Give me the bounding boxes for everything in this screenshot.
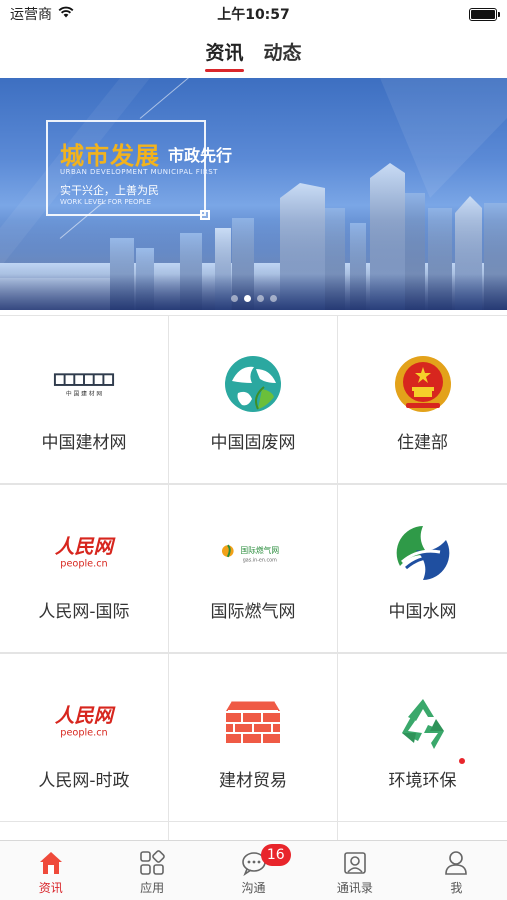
source-grid: 中 国 建 材 网 中国建材网 中国固废网 住建部 人民网 people.cn … (0, 315, 507, 822)
contacts-icon (341, 849, 369, 877)
grid-item-water[interactable]: 中国水网 (338, 484, 507, 653)
battery-icon (469, 7, 500, 21)
grid-item-label: 国际燃气网 (210, 602, 296, 622)
gas-network-logo: 国际燃气网 gas.in-en.com (221, 521, 285, 585)
grid-item-label: 环境环保 (388, 771, 457, 791)
bricks-logo (221, 690, 285, 754)
bottom-tab-bar: 资讯 应用 沟通 16 通讯录 我 (0, 840, 507, 900)
banner-subtitle-cn: 实干兴企，上善为民 (60, 184, 159, 197)
solidwaste-globe-logo (221, 352, 285, 416)
tab-bar-label: 资讯 (38, 881, 63, 895)
tab-bar-me[interactable]: 我 (406, 841, 507, 900)
grid-item-label: 住建部 (397, 433, 448, 453)
carousel-dot[interactable] (269, 295, 277, 302)
carousel-dots[interactable] (0, 295, 507, 302)
cbmw-logo: 中 国 建 材 网 (52, 352, 116, 416)
banner-subtitle-en2: WORK LEVEL FOR PEOPLE (60, 198, 152, 206)
tab-bar-news[interactable]: 资讯 (0, 841, 101, 900)
tab-bar-chat[interactable]: 沟通 16 (203, 841, 304, 900)
grid-item-solidwaste[interactable]: 中国固废网 (169, 315, 338, 484)
grid-item-label: 中国固废网 (210, 433, 296, 453)
grid-cell-partial (0, 822, 169, 840)
grid-item-label: 人民网-国际 (38, 602, 130, 622)
banner-title-main: 城市发展 (60, 142, 160, 170)
people-logo-text: 人民网 (55, 535, 116, 558)
tab-bar-apps[interactable]: 应用 (101, 841, 202, 900)
grid-item-building-trade[interactable]: 建材贸易 (169, 653, 338, 822)
grid-cell-partial (169, 822, 338, 840)
user-icon (442, 849, 470, 877)
status-bar: 运营商 上午10:57 (0, 0, 507, 28)
people-logo-text: 人民网 (55, 704, 116, 727)
people-cn-logo: 人民网 people.cn (52, 690, 116, 754)
banner-frame-corner (200, 210, 210, 220)
grid-item-environment[interactable]: 环境环保 (338, 653, 507, 822)
tab-bar-label: 我 (450, 881, 463, 895)
status-time: 上午10:57 (217, 7, 290, 23)
apps-icon (138, 849, 166, 877)
tab-bar-contacts[interactable]: 通讯录 (304, 841, 405, 900)
tab-bar-label: 沟通 (241, 881, 266, 895)
people-cn-logo: 人民网 people.cn (52, 521, 116, 585)
carousel-dot[interactable] (243, 295, 251, 302)
grid-item-mohurd[interactable]: 住建部 (338, 315, 507, 484)
grid-item-gas[interactable]: 国际燃气网 gas.in-en.com 国际燃气网 (169, 484, 338, 653)
banner-carousel[interactable]: 城市发展 市政先行 URBAN DEVELOPMENT MUNICIPAL FI… (0, 78, 507, 310)
national-emblem-logo (391, 352, 455, 416)
banner-title-side: 市政先行 (168, 146, 233, 165)
grid-item-label: 人民网-时政 (38, 771, 130, 791)
recycle-logo (391, 690, 455, 754)
carousel-dot[interactable] (230, 295, 238, 302)
gas-logo-sub: gas.in-en.com (243, 558, 277, 564)
tab-news[interactable]: 资讯 (205, 30, 244, 74)
tab-dynamics[interactable]: 动态 (264, 30, 302, 74)
tab-bar-label: 通讯录 (336, 881, 373, 895)
carousel-dot[interactable] (256, 295, 264, 302)
grid-cell-partial (338, 822, 507, 840)
unread-count-badge: 16 (260, 844, 291, 866)
status-left: 运营商 (10, 4, 74, 24)
battery-fill (471, 9, 495, 19)
grid-item-label: 中国水网 (388, 602, 457, 622)
people-logo-sub: people.cn (60, 559, 107, 570)
grid-item-cbmw[interactable]: 中 国 建 材 网 中国建材网 (0, 315, 169, 484)
water-network-logo (391, 521, 455, 585)
carrier-label: 运营商 (10, 7, 52, 23)
grid-next-row-partial (0, 822, 507, 840)
people-logo-sub: people.cn (60, 728, 107, 739)
banner-subtitle-en: URBAN DEVELOPMENT MUNICIPAL FIRST (60, 168, 218, 176)
cbmw-logo-text: 中 国 建 材 网 (66, 390, 103, 398)
grid-item-label: 中国建材网 (41, 433, 127, 453)
unread-dot (459, 758, 465, 764)
top-tabs: 资讯 动态 (0, 30, 507, 74)
grid-item-people-politics[interactable]: 人民网 people.cn 人民网-时政 (0, 653, 169, 822)
wifi-icon (58, 6, 74, 22)
grid-item-people-intl[interactable]: 人民网 people.cn 人民网-国际 (0, 484, 169, 653)
tab-bar-label: 应用 (140, 881, 165, 895)
grid-item-label: 建材贸易 (219, 771, 287, 791)
gas-logo-text: 国际燃气网 (240, 545, 279, 555)
home-icon (37, 849, 65, 877)
